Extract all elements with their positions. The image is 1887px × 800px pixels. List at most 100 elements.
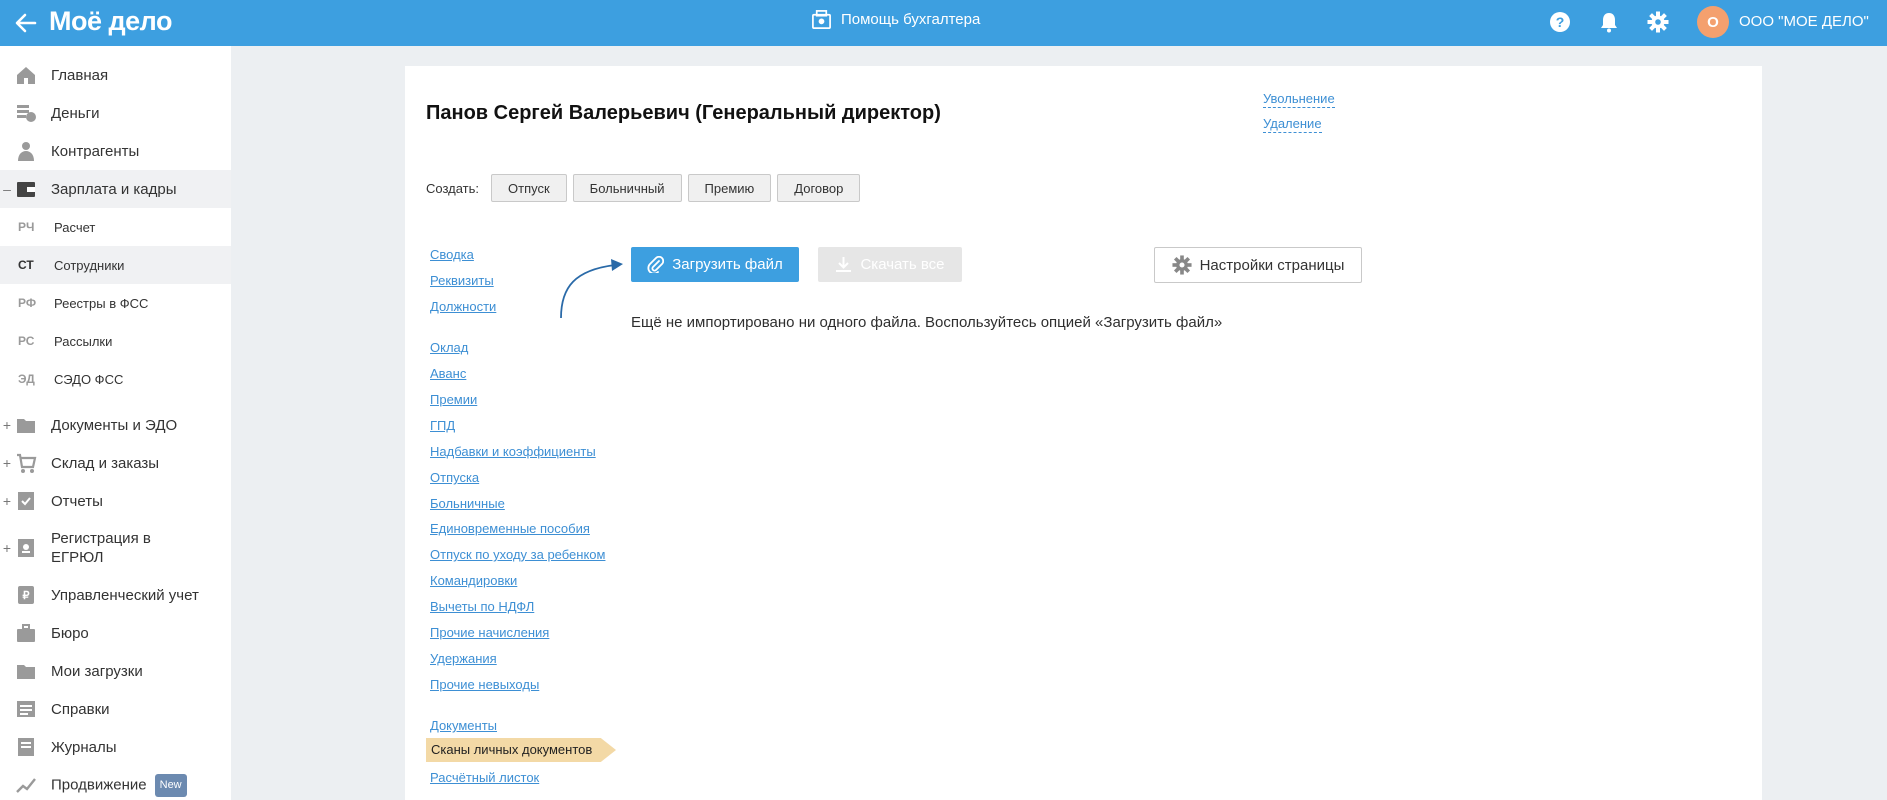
collapse-toggle[interactable]: – [2, 181, 12, 197]
nav-link-document-scans[interactable]: Сканы личных документов [426, 738, 616, 762]
nav-link-business-trips[interactable]: Командировки [430, 573, 517, 588]
back-arrow-icon[interactable] [13, 10, 39, 36]
subitem-abbr: РС [18, 334, 35, 348]
sidebar-item-contractors[interactable]: Контрагенты [0, 132, 231, 170]
nav-link-vacations[interactable]: Отпуска [430, 470, 479, 485]
create-vacation-button[interactable]: Отпуск [491, 174, 567, 202]
wallet-icon [17, 182, 35, 197]
nav-link-positions[interactable]: Должности [430, 299, 496, 314]
gear-icon[interactable] [1646, 10, 1670, 34]
svg-text:?: ? [1556, 14, 1565, 30]
promotion-icon [16, 778, 36, 793]
expand-toggle[interactable]: + [2, 493, 12, 509]
references-icon [17, 701, 35, 717]
upload-file-label: Загрузить файл [672, 256, 783, 273]
nav-link-parental-leave[interactable]: Отпуск по уходу за ребенком [430, 547, 605, 562]
nav-link-salary[interactable]: Оклад [430, 340, 468, 355]
sidebar: Главная Деньги Контрагенты – Зарплата и … [0, 46, 231, 800]
page-settings-label: Настройки страницы [1199, 256, 1345, 274]
page-title: Панов Сергей Валерьевич (Генеральный дир… [426, 102, 941, 124]
folder-icon [17, 419, 35, 433]
svg-text:₽: ₽ [23, 590, 30, 602]
help-center-link[interactable]: Помощь бухгалтера [811, 9, 980, 30]
money-icon [17, 105, 36, 122]
subitem-abbr: РФ [18, 296, 37, 310]
subitem-label: Реестры в ФСС [54, 295, 149, 311]
org-name[interactable]: ООО "МОЕ ДЕЛО" [1739, 13, 1869, 30]
journals-icon [18, 738, 34, 756]
subitem-label: СЭДО ФСС [54, 371, 124, 387]
bell-icon[interactable] [1597, 10, 1621, 34]
sidebar-item-my-downloads[interactable]: Мои загрузки [0, 652, 231, 690]
delete-link[interactable]: Удаление [1263, 116, 1322, 133]
sidebar-item-warehouse[interactable]: + Склад и заказы [0, 444, 231, 482]
page-settings-button[interactable]: Настройки страницы [1154, 247, 1362, 283]
expand-toggle[interactable]: + [2, 540, 12, 556]
nav-link-withholdings[interactable]: Удержания [430, 651, 497, 666]
nav-link-other-absences[interactable]: Прочие невыходы [430, 677, 539, 692]
sidebar-item-promotion[interactable]: Продвижение New [0, 766, 231, 800]
dismiss-link[interactable]: Увольнение [1263, 91, 1335, 108]
nav-link-documents[interactable]: Документы [430, 718, 497, 733]
nav-link-bonuses[interactable]: Премии [430, 392, 477, 407]
sidebar-item-documents[interactable]: + Документы и ЭДО [0, 406, 231, 444]
employee-card: Панов Сергей Валерьевич (Генеральный дир… [405, 66, 1762, 800]
sidebar-item-label: Зарплата и кадры [51, 180, 177, 198]
download-all-label: Скачать все [860, 256, 945, 273]
create-contract-button[interactable]: Договор [777, 174, 861, 202]
download-all-button[interactable]: Скачать все [818, 247, 962, 282]
app-logo[interactable]: Моё дело [49, 6, 172, 37]
sidebar-item-payroll[interactable]: – Зарплата и кадры [0, 170, 231, 208]
sidebar-subitem-employees[interactable]: СТ Сотрудники [0, 246, 231, 284]
sidebar-item-bureau[interactable]: Бюро [0, 614, 231, 652]
expand-toggle[interactable]: + [2, 417, 12, 433]
promotion-label: Продвижение [51, 775, 147, 793]
sidebar-item-label: Журналы [51, 738, 117, 756]
hint-arrow-icon [560, 259, 623, 319]
help-icon[interactable]: ? [1548, 10, 1572, 34]
sidebar-item-home[interactable]: Главная [0, 56, 231, 94]
download-icon [836, 257, 852, 272]
accountant-help-icon [812, 10, 831, 29]
subitem-abbr: РЧ [18, 220, 35, 234]
nav-link-allowances[interactable]: Надбавки и коэффициенты [430, 444, 596, 459]
empty-state-message: Ещё не импортировано ни одного файла. Во… [631, 314, 1223, 331]
nav-link-advance[interactable]: Аванс [430, 366, 466, 381]
sidebar-item-reports[interactable]: + Отчеты [0, 482, 231, 520]
create-bonus-button[interactable]: Премию [687, 174, 772, 202]
nav-link-requisites[interactable]: Реквизиты [430, 273, 494, 288]
sidebar-item-egrul-registration[interactable]: + Регистрация в ЕГРЮЛ [0, 520, 231, 576]
sidebar-item-label: Склад и заказы [51, 454, 160, 472]
nav-link-gpd[interactable]: ГПД [430, 418, 455, 433]
top-bar: Моё дело Помощь бухгалтера ? О ООО "МОЕ … [0, 0, 1887, 46]
sidebar-item-management-accounting[interactable]: ₽ Управленческий учет [0, 576, 231, 614]
nav-link-lump-sum-benefits[interactable]: Единовременные пособия [430, 521, 590, 536]
sidebar-subitem-calculation[interactable]: РЧ Расчет [0, 208, 231, 246]
sidebar-subitem-fss-registers[interactable]: РФ Реестры в ФСС [0, 284, 231, 322]
sidebar-item-label: Продвижение New [51, 773, 187, 797]
cart-icon [17, 453, 37, 473]
sidebar-subitem-sedo-fss[interactable]: ЭД СЭДО ФСС [0, 360, 231, 398]
nav-link-ndfl-deductions[interactable]: Вычеты по НДФЛ [430, 599, 534, 614]
nav-link-summary[interactable]: Сводка [430, 247, 474, 262]
sidebar-subitem-mailings[interactable]: РС Рассылки [0, 322, 231, 360]
subitem-label: Рассылки [54, 333, 113, 349]
create-sick-leave-button[interactable]: Больничный [572, 174, 682, 202]
new-badge: New [154, 773, 187, 797]
expand-toggle[interactable]: + [2, 455, 12, 471]
sidebar-item-money[interactable]: Деньги [0, 94, 231, 132]
sidebar-item-journals[interactable]: Журналы [0, 728, 231, 766]
sidebar-item-label: Отчеты [51, 492, 103, 510]
nav-link-payslip[interactable]: Расчётный листок [430, 770, 539, 785]
subitem-abbr: СТ [18, 258, 34, 272]
nav-link-other-accruals[interactable]: Прочие начисления [430, 625, 549, 640]
upload-file-button[interactable]: Загрузить файл [631, 247, 799, 282]
sidebar-item-label: Контрагенты [51, 142, 140, 160]
sidebar-item-references[interactable]: Справки [0, 690, 231, 728]
contractors-icon [18, 142, 34, 161]
sidebar-item-label: Деньги [51, 104, 100, 122]
nav-link-sick-leaves[interactable]: Больничные [430, 496, 505, 511]
subitem-abbr: ЭД [18, 372, 35, 386]
org-avatar[interactable]: О [1697, 6, 1729, 38]
sidebar-item-label: Мои загрузки [51, 662, 143, 680]
